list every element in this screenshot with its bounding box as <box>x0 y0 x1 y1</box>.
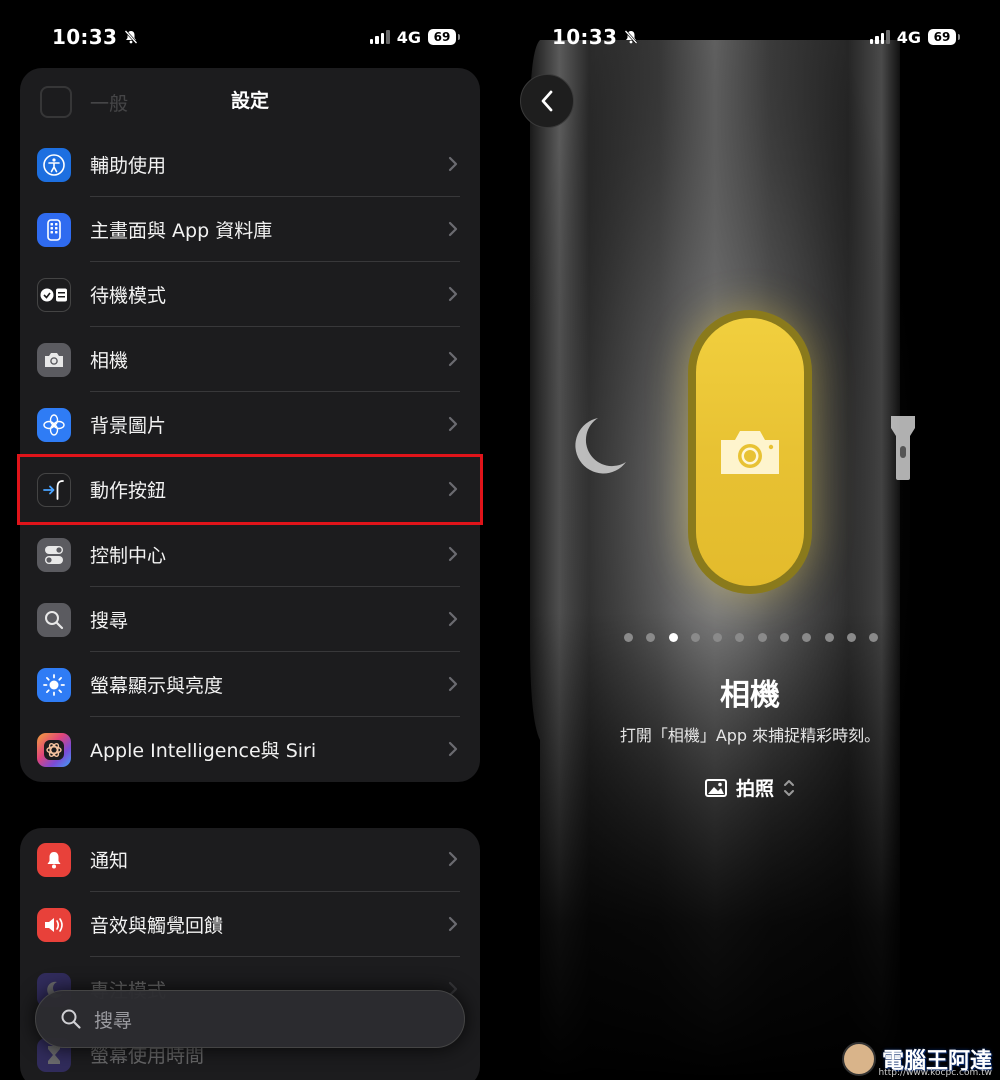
settings-row-label: 通知 <box>90 850 129 872</box>
chevron-right-icon <box>448 351 458 367</box>
page-dot[interactable] <box>624 633 633 642</box>
network-type: 4G <box>896 27 921 47</box>
settings-row-accessibility[interactable]: 輔助使用 <box>20 132 480 197</box>
moon-icon[interactable] <box>560 412 630 482</box>
chevron-right-icon <box>448 286 458 302</box>
apple-intelligence-icon <box>37 732 71 767</box>
page-dot[interactable] <box>780 633 790 642</box>
chevron-right-icon <box>448 916 458 932</box>
page-dot[interactable] <box>713 633 723 642</box>
search-icon <box>61 1009 81 1029</box>
settings-row-label: 音效與觸覺回饋 <box>90 915 224 937</box>
status-bar: 10:33 4G 69 <box>552 22 960 52</box>
home-screen-icon <box>37 212 71 247</box>
standby-icon <box>37 277 71 312</box>
accessibility-icon <box>37 147 71 182</box>
settings-row-action-button[interactable]: 動作按鈕 <box>17 454 483 525</box>
photo-icon <box>704 778 727 797</box>
settings-row-wallpaper[interactable]: 背景圖片 <box>20 392 480 457</box>
page-dot[interactable] <box>646 633 656 642</box>
action-button-screen: 10:33 4G 69 相機 打開「相機」App 來捕捉精彩時刻。 拍照 電腦王… <box>500 0 1000 1080</box>
page-indicator[interactable] <box>624 633 879 642</box>
settings-row-display[interactable]: 螢幕顯示與亮度 <box>20 652 480 717</box>
settings-row-camera[interactable]: 相機 <box>20 327 480 392</box>
camera-icon <box>37 342 71 377</box>
search-input[interactable]: 搜尋 <box>35 990 465 1048</box>
settings-row-notifications[interactable]: 通知 <box>20 827 480 892</box>
watermark: 電腦王阿達 http://www.kocpc.com.tw <box>841 1042 992 1078</box>
settings-row-label: 控制中心 <box>90 545 167 567</box>
settings-row-home-screen[interactable]: 主畫面與 App 資料庫 <box>20 197 480 262</box>
chevron-right-icon <box>448 156 458 172</box>
watermark-url: http://www.kocpc.com.tw <box>878 1068 992 1078</box>
settings-row-label: 相機 <box>90 350 129 372</box>
settings-row-search[interactable]: 搜尋 <box>20 587 480 652</box>
page-dot[interactable] <box>735 633 745 642</box>
settings-row-label: 動作按鈕 <box>90 480 167 502</box>
action-description: 打開「相機」App 來捕捉精彩時刻。 <box>619 726 881 745</box>
cellular-signal-icon <box>869 30 890 44</box>
wallpaper-icon <box>37 407 71 442</box>
settings-row-label: 主畫面與 App 資料庫 <box>90 220 273 242</box>
action-title: 相機 <box>720 678 780 713</box>
settings-row-sounds[interactable]: 音效與觸覺回饋 <box>20 892 480 957</box>
page-dot[interactable] <box>846 633 856 642</box>
mode-selector[interactable]: 拍照 <box>500 774 1000 801</box>
page-title: 設定 <box>230 90 269 112</box>
settings-row-label: 輔助使用 <box>90 155 167 177</box>
page-dot[interactable] <box>757 633 767 642</box>
chevron-right-icon <box>448 851 458 867</box>
page-dot[interactable] <box>668 633 678 642</box>
mode-label: 拍照 <box>735 778 774 800</box>
settings-row-label: 背景圖片 <box>90 415 167 437</box>
page-dot[interactable] <box>802 633 812 642</box>
flashlight-icon[interactable] <box>888 414 918 482</box>
camera-icon <box>721 431 779 474</box>
settings-row-label: Apple Intelligence與 Siri <box>90 740 317 762</box>
silent-bell-icon <box>124 30 138 44</box>
settings-screen: 10:33 4G 69 一般 設定 輔助使用 主畫面與 App 資料庫 待機模式… <box>0 0 500 1080</box>
chevron-right-icon <box>448 676 458 692</box>
network-type: 4G <box>396 27 421 47</box>
chevron-right-icon <box>448 416 458 432</box>
brightness-icon <box>37 667 71 702</box>
search-icon <box>37 602 71 637</box>
settings-row-label: 搜尋 <box>90 610 129 632</box>
settings-row-control-center[interactable]: 控制中心 <box>20 522 480 587</box>
action-camera-button[interactable] <box>688 310 812 594</box>
chevron-right-icon <box>448 481 458 497</box>
search-placeholder: 搜尋 <box>94 1009 133 1032</box>
settings-row-label: 待機模式 <box>90 285 167 307</box>
notification-bell-icon <box>37 842 71 877</box>
cellular-signal-icon <box>369 30 390 44</box>
chevron-right-icon <box>448 221 458 237</box>
action-button-icon <box>37 472 71 507</box>
battery-indicator: 69 <box>428 29 460 45</box>
settings-row-label: 螢幕顯示與亮度 <box>90 675 224 697</box>
settings-row-apple-intelligence[interactable]: Apple Intelligence與 Siri <box>20 717 480 782</box>
status-time: 10:33 <box>552 25 618 49</box>
chevron-right-icon <box>448 546 458 562</box>
chevron-up-down-icon <box>784 779 794 796</box>
page-dot[interactable] <box>690 633 700 642</box>
battery-indicator: 69 <box>928 29 960 45</box>
chevron-left-icon <box>541 90 553 112</box>
page-dot[interactable] <box>869 633 879 642</box>
chevron-right-icon <box>448 611 458 627</box>
control-center-icon <box>37 537 71 572</box>
status-time: 10:33 <box>52 25 118 49</box>
mascot-logo <box>841 1042 876 1076</box>
status-bar: 10:33 4G 69 <box>52 22 460 52</box>
silent-bell-icon <box>624 30 638 44</box>
back-button[interactable] <box>520 74 574 128</box>
settings-row-standby[interactable]: 待機模式 <box>20 262 480 327</box>
chevron-right-icon <box>448 741 458 757</box>
page-dot[interactable] <box>824 633 834 642</box>
sound-icon <box>37 907 71 942</box>
